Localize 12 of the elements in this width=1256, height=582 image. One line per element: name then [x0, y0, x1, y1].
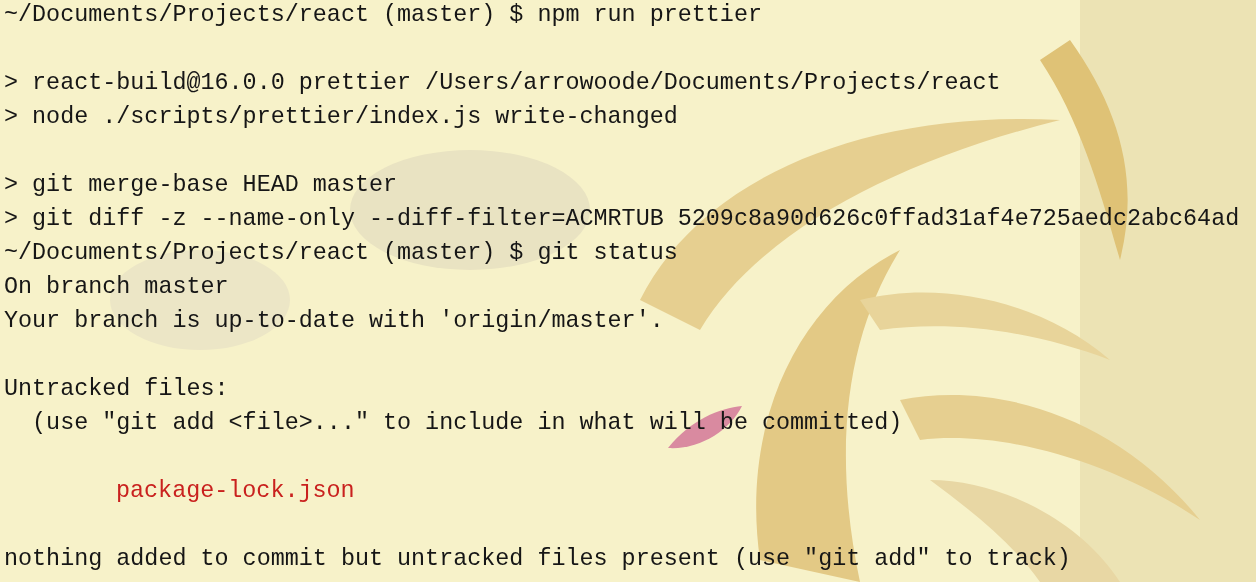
output-line: > node ./scripts/prettier/index.js write-changed	[4, 103, 678, 132]
untracked-file: package-lock.json	[115, 477, 355, 506]
output-line: Untracked files:	[4, 375, 229, 404]
output-line: Your branch is up-to-date with 'origin/master'.	[4, 307, 664, 336]
output-line: > react-build@16.0.0 prettier /Users/arrowoode/Documents/Projects/react	[4, 69, 1001, 98]
prompt-line: ~/Documents/Projects/react (master) $ npm run prettier	[4, 1, 762, 30]
output-line: (use "git add <file>..." to include in what will be committed)	[31, 409, 903, 438]
output-line: nothing added to commit but untracked files present (use "git add" to track)	[4, 545, 1071, 574]
output-line: > git diff -z --name-only --diff-filter=ACMRTUB 5209c8a90d626c0ffad31af4e725aedc2abc64ad	[4, 205, 1240, 234]
output-line: > git merge-base HEAD master	[4, 171, 398, 200]
output-line: On branch master	[4, 273, 229, 302]
prompt-line: ~/Documents/Projects/react (master) $ git status	[4, 239, 678, 268]
